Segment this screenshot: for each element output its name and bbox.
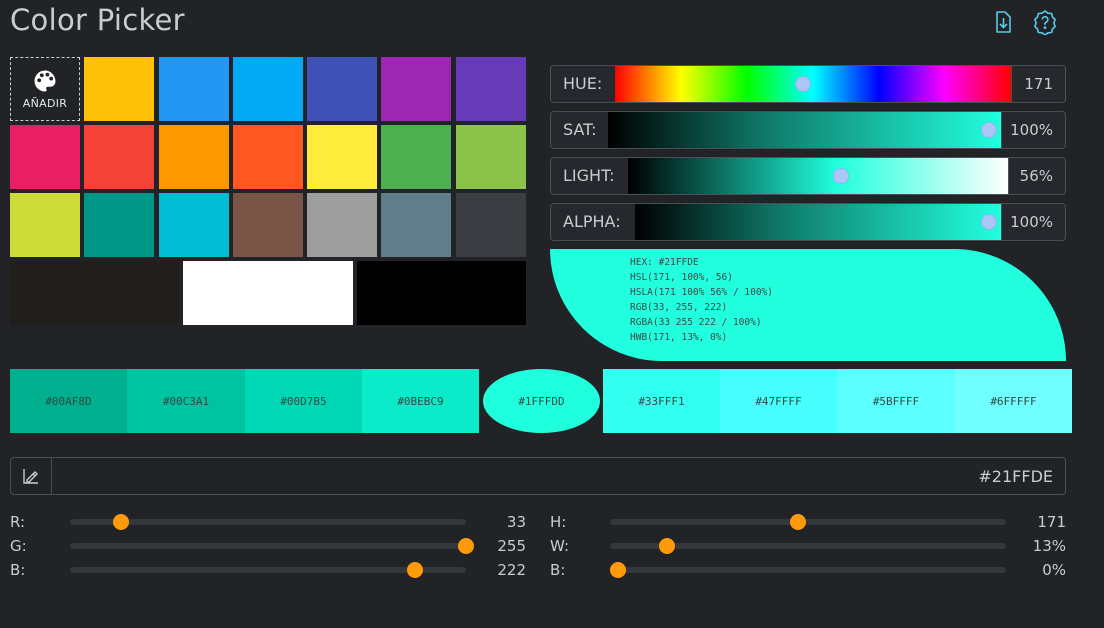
color-swatch[interactable] (456, 193, 526, 257)
color-swatch[interactable] (381, 57, 451, 121)
hwb-track[interactable] (610, 538, 1006, 554)
alpha-value: 100% (1010, 213, 1053, 231)
lightness-knob[interactable] (832, 168, 849, 184)
rgb-thumb[interactable] (113, 514, 130, 530)
hwb-slider-row: W: 13% (550, 536, 1066, 556)
rgb-slider-row: R: 33 (10, 512, 526, 532)
saturation-slider[interactable]: SAT: 100% (550, 111, 1066, 149)
saturation-value: 100% (1010, 121, 1053, 139)
hue-label: HUE: (563, 74, 603, 93)
color-swatch[interactable] (307, 193, 377, 257)
color-swatch[interactable] (233, 193, 303, 257)
hue-knob[interactable] (795, 76, 812, 92)
saturation-track[interactable] (608, 112, 1001, 148)
shade-swatch[interactable]: #00C3A1 (127, 369, 245, 433)
saturation-knob[interactable] (981, 122, 997, 138)
hex-input[interactable] (53, 458, 1053, 494)
shade-swatch[interactable]: #5BFFFF (837, 369, 955, 433)
hsla-code: HSLA(171 100% 56% / 100%) (630, 286, 773, 298)
rgb-track[interactable] (70, 538, 474, 554)
page-title: Color Picker (10, 3, 185, 37)
color-swatch-wide[interactable] (357, 261, 526, 325)
lightness-label: LIGHT: (563, 166, 615, 185)
color-preview: HEX: #21FFDE HSL(171, 100%, 56) HSLA(171… (550, 249, 1066, 361)
add-color-button[interactable]: AÑADIR (10, 57, 80, 121)
eyedropper-icon (23, 469, 38, 484)
hex-code: HEX: #21FFDE (630, 257, 699, 268)
color-swatch[interactable] (381, 193, 451, 257)
hue-value: 171 (1024, 75, 1053, 93)
hex-input-bar (10, 457, 1066, 495)
hwb-thumb[interactable] (659, 538, 676, 554)
hwb-slider-row: B: 0% (550, 560, 1066, 580)
rgb-code: RGB(33, 255, 222) (630, 301, 728, 313)
hwb-value: 0% (1042, 561, 1066, 579)
rgba-code: RGBA(33 255 222 / 100%) (630, 316, 762, 328)
hwb-track[interactable] (609, 562, 1006, 578)
color-swatch[interactable] (159, 193, 229, 257)
rgb-value: 33 (506, 513, 526, 531)
alpha-knob[interactable] (981, 214, 997, 230)
hsl-code: HSL(171, 100%, 56) (630, 271, 733, 283)
color-swatch[interactable] (456, 57, 526, 121)
rgb-track[interactable] (70, 514, 466, 530)
saturation-label: SAT: (563, 120, 597, 139)
color-swatch[interactable] (456, 125, 526, 189)
hwb-thumb[interactable] (790, 514, 807, 530)
lightness-value: 56% (1019, 167, 1053, 185)
shade-swatch[interactable]: #33FFF1 (603, 369, 720, 433)
hwb-label: B: (550, 561, 566, 579)
hue-track[interactable] (615, 66, 1011, 102)
alpha-slider[interactable]: ALPHA: 100% (550, 203, 1066, 241)
rgb-label: G: (10, 537, 27, 555)
eyedropper-button[interactable] (11, 458, 52, 494)
shade-swatch[interactable]: #0BEBC9 (362, 369, 479, 433)
rgb-track[interactable] (70, 562, 466, 578)
hwb-label: H: (550, 513, 567, 531)
hwb-slider-row: H: 171 (550, 512, 1066, 532)
help-icon[interactable] (1032, 9, 1058, 35)
color-swatch[interactable] (84, 125, 154, 189)
alpha-track[interactable] (635, 204, 1001, 240)
color-swatch[interactable] (159, 57, 229, 121)
color-swatch-wide[interactable] (183, 261, 353, 325)
rgb-value: 222 (497, 561, 526, 579)
palette-icon (34, 70, 56, 92)
hwb-value: 171 (1037, 513, 1066, 531)
color-swatch-wide[interactable] (10, 261, 179, 325)
rgb-value: 255 (497, 537, 526, 555)
hwb-value: 13% (1032, 537, 1066, 555)
color-codes: HEX: #21FFDE HSL(171, 100%, 56) HSLA(171… (630, 256, 773, 345)
color-swatch[interactable] (381, 125, 451, 189)
lightness-slider[interactable]: LIGHT: 56% (550, 157, 1066, 195)
color-swatch[interactable] (233, 57, 303, 121)
rgb-label: R: (10, 513, 26, 531)
hwb-label: W: (550, 537, 570, 555)
color-swatch[interactable] (84, 193, 154, 257)
current-shade[interactable]: #1FFFDD (483, 369, 600, 433)
rgb-slider-row: G: 255 (10, 536, 526, 556)
shade-swatch[interactable]: #00AF8D (10, 369, 127, 433)
shade-swatch[interactable]: #00D7B5 (245, 369, 362, 433)
rgb-slider-row: B: 222 (10, 560, 526, 580)
color-swatch[interactable] (10, 125, 80, 189)
hwb-thumb[interactable] (609, 562, 626, 578)
add-color-label: AÑADIR (22, 97, 68, 110)
color-swatch[interactable] (159, 125, 229, 189)
lightness-track[interactable] (628, 158, 1008, 194)
color-swatch[interactable] (84, 57, 154, 121)
shade-swatch[interactable]: #6FFFFF (955, 369, 1072, 433)
hwb-code: HWB(171, 13%, 0%) (630, 331, 728, 343)
rgb-thumb[interactable] (406, 562, 423, 578)
hwb-track[interactable] (610, 514, 1006, 530)
shade-swatch[interactable]: #47FFFF (720, 369, 837, 433)
alpha-label: ALPHA: (563, 212, 621, 231)
rgb-label: B: (10, 561, 26, 579)
color-swatch[interactable] (10, 193, 80, 257)
hue-slider[interactable]: HUE: 171 (550, 65, 1066, 103)
color-swatch[interactable] (307, 125, 377, 189)
download-icon[interactable] (990, 9, 1016, 35)
color-swatch[interactable] (307, 57, 377, 121)
color-swatch[interactable] (233, 125, 303, 189)
